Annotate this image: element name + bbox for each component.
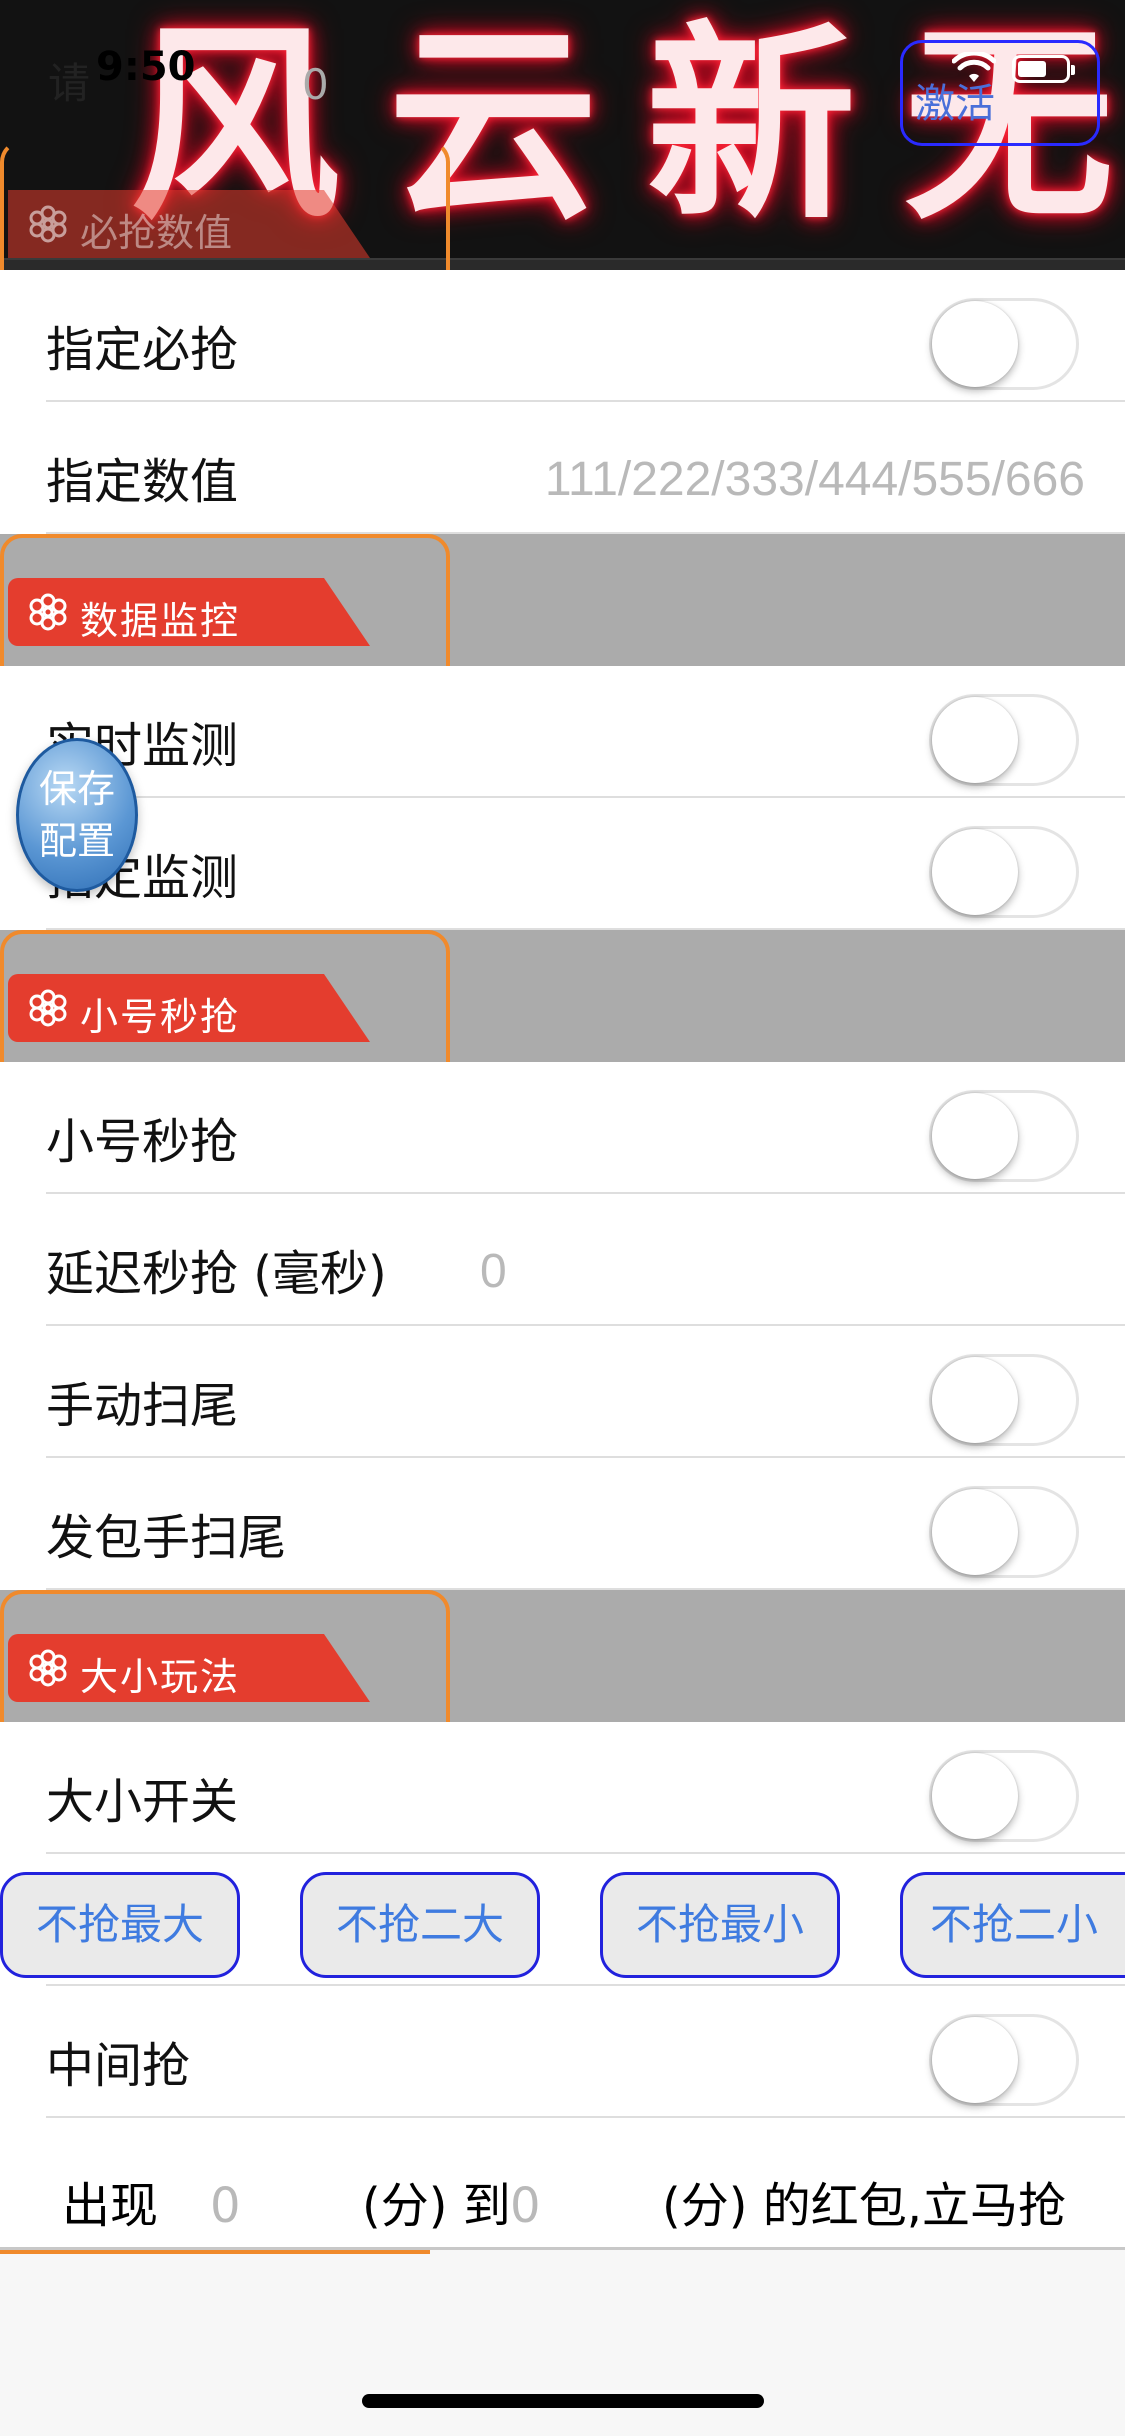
row-label: 发包手扫尾 — [46, 1510, 287, 1566]
specify-value-input[interactable]: 111/222/333/444/555/666 — [545, 452, 1085, 507]
section-alt-grab: 小号秒抢 — [0, 930, 1125, 1086]
wifi-icon — [952, 52, 996, 82]
input-underline — [0, 2250, 430, 2254]
row-label: 指定必抢 — [46, 322, 239, 378]
row-specify-value: 指定数值 111/222/333/444/555/666 — [0, 402, 1125, 534]
delay-input[interactable]: 0 — [480, 1244, 507, 1299]
toggle-alt-grab[interactable] — [929, 1090, 1079, 1182]
toggle-knob — [932, 1093, 1018, 1179]
row-manual-tail: 手动扫尾 — [0, 1326, 1125, 1458]
row-specify-must-grab: 指定必抢 — [0, 270, 1125, 402]
appear-prefix: 出现 — [62, 2178, 159, 2234]
section-data-monitor: 数据监控 — [0, 534, 1125, 690]
row-realtime-monitor: 实时监测 — [0, 666, 1125, 798]
toggle-knob — [932, 1357, 1018, 1443]
status-counter: 0 — [302, 60, 329, 109]
appear-mid: (分) 到 — [362, 2178, 511, 2234]
row-label: 大小开关 — [46, 1774, 239, 1830]
appear-to-input[interactable]: 0 — [510, 2178, 541, 2234]
toggle-knob — [932, 1489, 1018, 1575]
settings-list: 指定必抢 指定数值 111/222/333/444/555/666 数据监控 实… — [0, 270, 1125, 2250]
row-specify-monitor: 指定监测 — [0, 798, 1125, 930]
row-label: 延迟秒抢 (毫秒) — [46, 1246, 387, 1302]
chip-skip-second-largest[interactable]: 不抢二大 — [300, 1872, 540, 1978]
save-config-line2: 配置 — [38, 819, 115, 863]
row-appear-range: 出现 0 (分) 到 0 (分) 的红包,立马抢 — [0, 2118, 1125, 2250]
chip-skip-largest[interactable]: 不抢最大 — [0, 1872, 240, 1978]
save-config-line1: 保存 — [38, 767, 115, 811]
toggle-sender-tail[interactable] — [929, 1486, 1079, 1578]
row-middle-grab: 中间抢 — [0, 1986, 1125, 2118]
section-size-play: 大小玩法 — [0, 1590, 1125, 1746]
toggle-knob — [932, 1753, 1018, 1839]
toggle-knob — [932, 2017, 1018, 2103]
row-size-switch: 大小开关 — [0, 1722, 1125, 1854]
chip-skip-smallest[interactable]: 不抢最小 — [600, 1872, 840, 1978]
home-indicator[interactable] — [362, 2394, 764, 2408]
row-sender-tail: 发包手扫尾 — [0, 1458, 1125, 1590]
chip-skip-second-smallest[interactable]: 不抢二小 — [900, 1872, 1125, 1978]
status-time: 9:50 — [96, 44, 196, 90]
activate-button[interactable]: 激活 — [900, 40, 1100, 146]
toggle-knob — [932, 829, 1018, 915]
row-label: 手动扫尾 — [46, 1378, 239, 1434]
toggle-specify-must-grab[interactable] — [929, 298, 1079, 390]
save-config-button[interactable]: 保存 配置 — [16, 738, 138, 892]
toggle-middle-grab[interactable] — [929, 2014, 1079, 2106]
status-prefix: 请 — [48, 59, 91, 108]
toggle-knob — [932, 697, 1018, 783]
battery-icon — [1012, 55, 1075, 83]
row-delay-grab: 延迟秒抢 (毫秒) 0 — [0, 1194, 1125, 1326]
row-alt-grab: 小号秒抢 — [0, 1062, 1125, 1194]
appear-from-input[interactable]: 0 — [210, 2178, 241, 2234]
toggle-knob — [932, 301, 1018, 387]
appear-suffix: (分) 的红包,立马抢 — [662, 2178, 1066, 2234]
row-label: 中间抢 — [46, 2038, 191, 2094]
row-label: 小号秒抢 — [46, 1114, 239, 1170]
toggle-manual-tail[interactable] — [929, 1354, 1079, 1446]
row-label: 指定数值 — [46, 454, 239, 510]
size-filter-chips: 不抢最大 不抢二大 不抢最小 不抢二小 — [0, 1854, 1125, 1986]
toggle-realtime-monitor[interactable] — [929, 694, 1079, 786]
toggle-size-switch[interactable] — [929, 1750, 1079, 1842]
toggle-specify-monitor[interactable] — [929, 826, 1079, 918]
